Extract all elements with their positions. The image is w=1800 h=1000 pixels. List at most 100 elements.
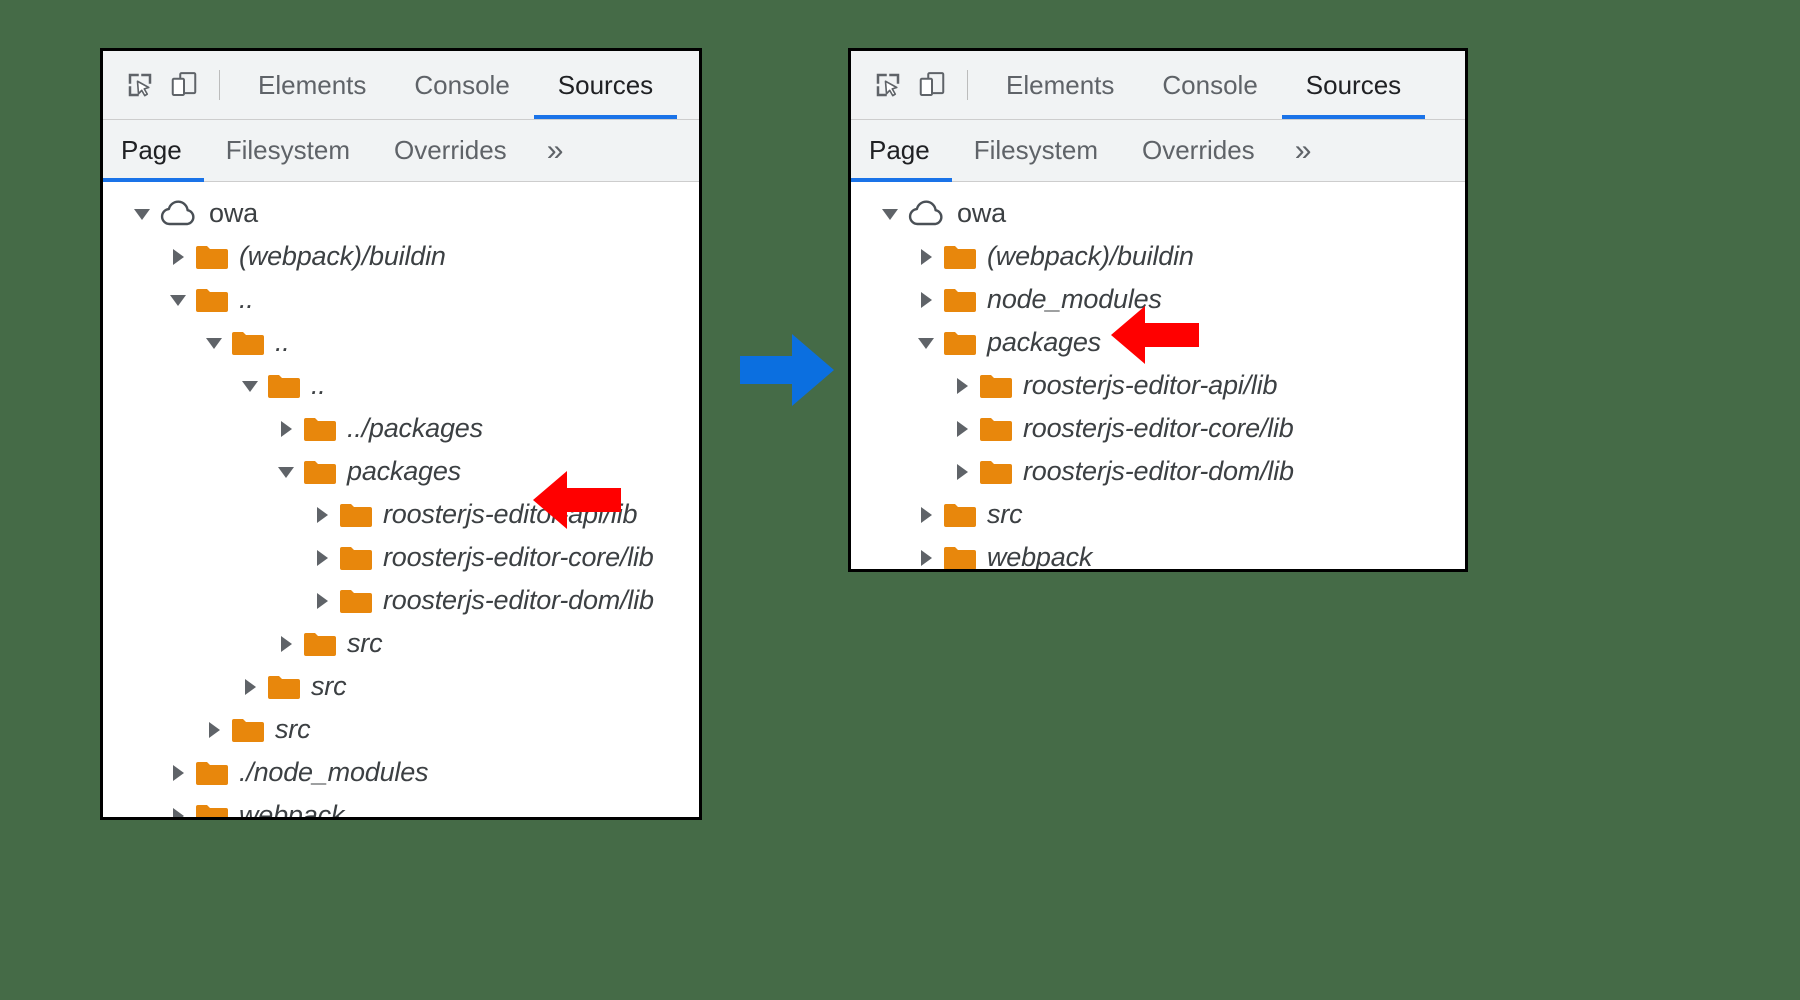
tree-row[interactable]: roosterjs-editor-core/lib <box>851 407 1465 450</box>
chevron-right-icon[interactable] <box>913 244 939 270</box>
folder-icon <box>943 286 977 314</box>
tree-row[interactable]: (webpack)/buildin <box>103 235 699 278</box>
chevron-down-icon[interactable] <box>273 459 299 485</box>
inspect-element-icon[interactable] <box>869 66 907 104</box>
subtab-more-icon[interactable]: » <box>1277 120 1330 181</box>
folder-icon <box>231 716 265 744</box>
tree-row[interactable]: webpack <box>851 536 1465 572</box>
tree-row-label: roosterjs-editor-core/lib <box>1023 413 1294 444</box>
subtab-more-icon[interactable]: » <box>529 120 582 181</box>
tree-row[interactable]: (webpack)/buildin <box>851 235 1465 278</box>
chevron-right-icon[interactable] <box>309 545 335 571</box>
inspect-element-icon[interactable] <box>121 66 159 104</box>
tree-row[interactable]: owa <box>103 192 699 235</box>
devtools-toolbar: Elements Console Sources <box>103 51 699 120</box>
chevron-right-icon[interactable] <box>949 373 975 399</box>
chevron-down-icon[interactable] <box>913 330 939 356</box>
tree-row-label: roosterjs-editor-dom/lib <box>1023 456 1294 487</box>
tree-row[interactable]: src <box>103 622 699 665</box>
device-toolbar-icon[interactable] <box>913 66 951 104</box>
subtab-overrides[interactable]: Overrides <box>372 120 529 181</box>
devtools-panel-before: Elements Console Sources Page Filesystem… <box>100 48 702 820</box>
panel-tabs: Elements Console Sources <box>982 51 1425 119</box>
tab-sources[interactable]: Sources <box>534 51 677 119</box>
tree-row-label: roosterjs-editor-core/lib <box>383 542 654 573</box>
tab-sources[interactable]: Sources <box>1282 51 1425 119</box>
tree-row[interactable]: ../packages <box>103 407 699 450</box>
chevron-right-icon[interactable] <box>913 545 939 571</box>
tree-row[interactable]: roosterjs-editor-core/lib <box>103 536 699 579</box>
tree-row[interactable]: .. <box>103 364 699 407</box>
tab-elements[interactable]: Elements <box>982 51 1138 119</box>
chevron-right-icon[interactable] <box>273 631 299 657</box>
tree-row[interactable]: node_modules <box>851 278 1465 321</box>
tree-row[interactable]: packages <box>851 321 1465 364</box>
chevron-right-icon[interactable] <box>201 717 227 743</box>
device-toolbar-icon[interactable] <box>165 66 203 104</box>
tree-row[interactable]: roosterjs-editor-api/lib <box>103 493 699 536</box>
subtab-filesystem[interactable]: Filesystem <box>204 120 372 181</box>
chevron-right-icon[interactable] <box>913 287 939 313</box>
chevron-right-icon[interactable] <box>165 803 191 821</box>
toolbar-divider <box>967 70 968 100</box>
folder-icon <box>979 372 1013 400</box>
folder-icon <box>303 415 337 443</box>
tree-row-label: node_modules <box>987 284 1162 315</box>
chevron-right-icon[interactable] <box>165 760 191 786</box>
sources-subtabs: Page Filesystem Overrides » <box>103 120 699 182</box>
tree-row[interactable]: roosterjs-editor-dom/lib <box>103 579 699 622</box>
tree-row[interactable]: webpack <box>103 794 699 820</box>
tree-row[interactable]: src <box>103 708 699 751</box>
panel-tabs: Elements Console Sources <box>234 51 677 119</box>
chevron-right-icon[interactable] <box>165 244 191 270</box>
folder-icon <box>267 673 301 701</box>
tree-row[interactable]: ./node_modules <box>103 751 699 794</box>
subtab-page[interactable]: Page <box>851 120 952 181</box>
tree-row-label: ./node_modules <box>239 757 428 788</box>
sources-subtabs: Page Filesystem Overrides » <box>851 120 1465 182</box>
tree-row-label: src <box>987 499 1022 530</box>
tree-row[interactable]: .. <box>103 278 699 321</box>
chevron-right-icon[interactable] <box>949 416 975 442</box>
tree-row-label: packages <box>987 327 1101 358</box>
tab-console[interactable]: Console <box>1138 51 1281 119</box>
subtab-page[interactable]: Page <box>103 120 204 181</box>
folder-icon <box>943 501 977 529</box>
chevron-right-icon[interactable] <box>273 416 299 442</box>
chevron-down-icon[interactable] <box>237 373 263 399</box>
folder-icon <box>979 415 1013 443</box>
folder-icon <box>339 587 373 615</box>
tree-row-label: owa <box>957 198 1006 229</box>
tree-row[interactable]: owa <box>851 192 1465 235</box>
chevron-down-icon[interactable] <box>877 201 903 227</box>
tree-row-label: src <box>275 714 310 745</box>
chevron-down-icon[interactable] <box>129 201 155 227</box>
chevron-right-icon[interactable] <box>309 588 335 614</box>
tree-row[interactable]: packages <box>103 450 699 493</box>
subtab-overrides[interactable]: Overrides <box>1120 120 1277 181</box>
tab-console[interactable]: Console <box>390 51 533 119</box>
tree-row-label: .. <box>239 284 254 315</box>
folder-icon <box>195 759 229 787</box>
chevron-right-icon[interactable] <box>309 502 335 528</box>
tree-row-label: roosterjs-editor-api/lib <box>1023 370 1277 401</box>
chevron-down-icon[interactable] <box>201 330 227 356</box>
tree-row-label: owa <box>209 198 258 229</box>
folder-icon <box>195 243 229 271</box>
chevron-right-icon[interactable] <box>913 502 939 528</box>
folder-icon <box>303 458 337 486</box>
folder-icon <box>195 802 229 821</box>
tab-elements[interactable]: Elements <box>234 51 390 119</box>
subtab-filesystem[interactable]: Filesystem <box>952 120 1120 181</box>
tree-row[interactable]: src <box>851 493 1465 536</box>
tree-row[interactable]: .. <box>103 321 699 364</box>
tree-row[interactable]: src <box>103 665 699 708</box>
chevron-down-icon[interactable] <box>165 287 191 313</box>
tree-row-label: (webpack)/buildin <box>239 241 446 272</box>
chevron-right-icon[interactable] <box>949 459 975 485</box>
tree-row[interactable]: roosterjs-editor-api/lib <box>851 364 1465 407</box>
tree-row[interactable]: roosterjs-editor-dom/lib <box>851 450 1465 493</box>
chevron-right-icon[interactable] <box>237 674 263 700</box>
cloud-icon <box>159 199 199 229</box>
folder-icon <box>267 372 301 400</box>
